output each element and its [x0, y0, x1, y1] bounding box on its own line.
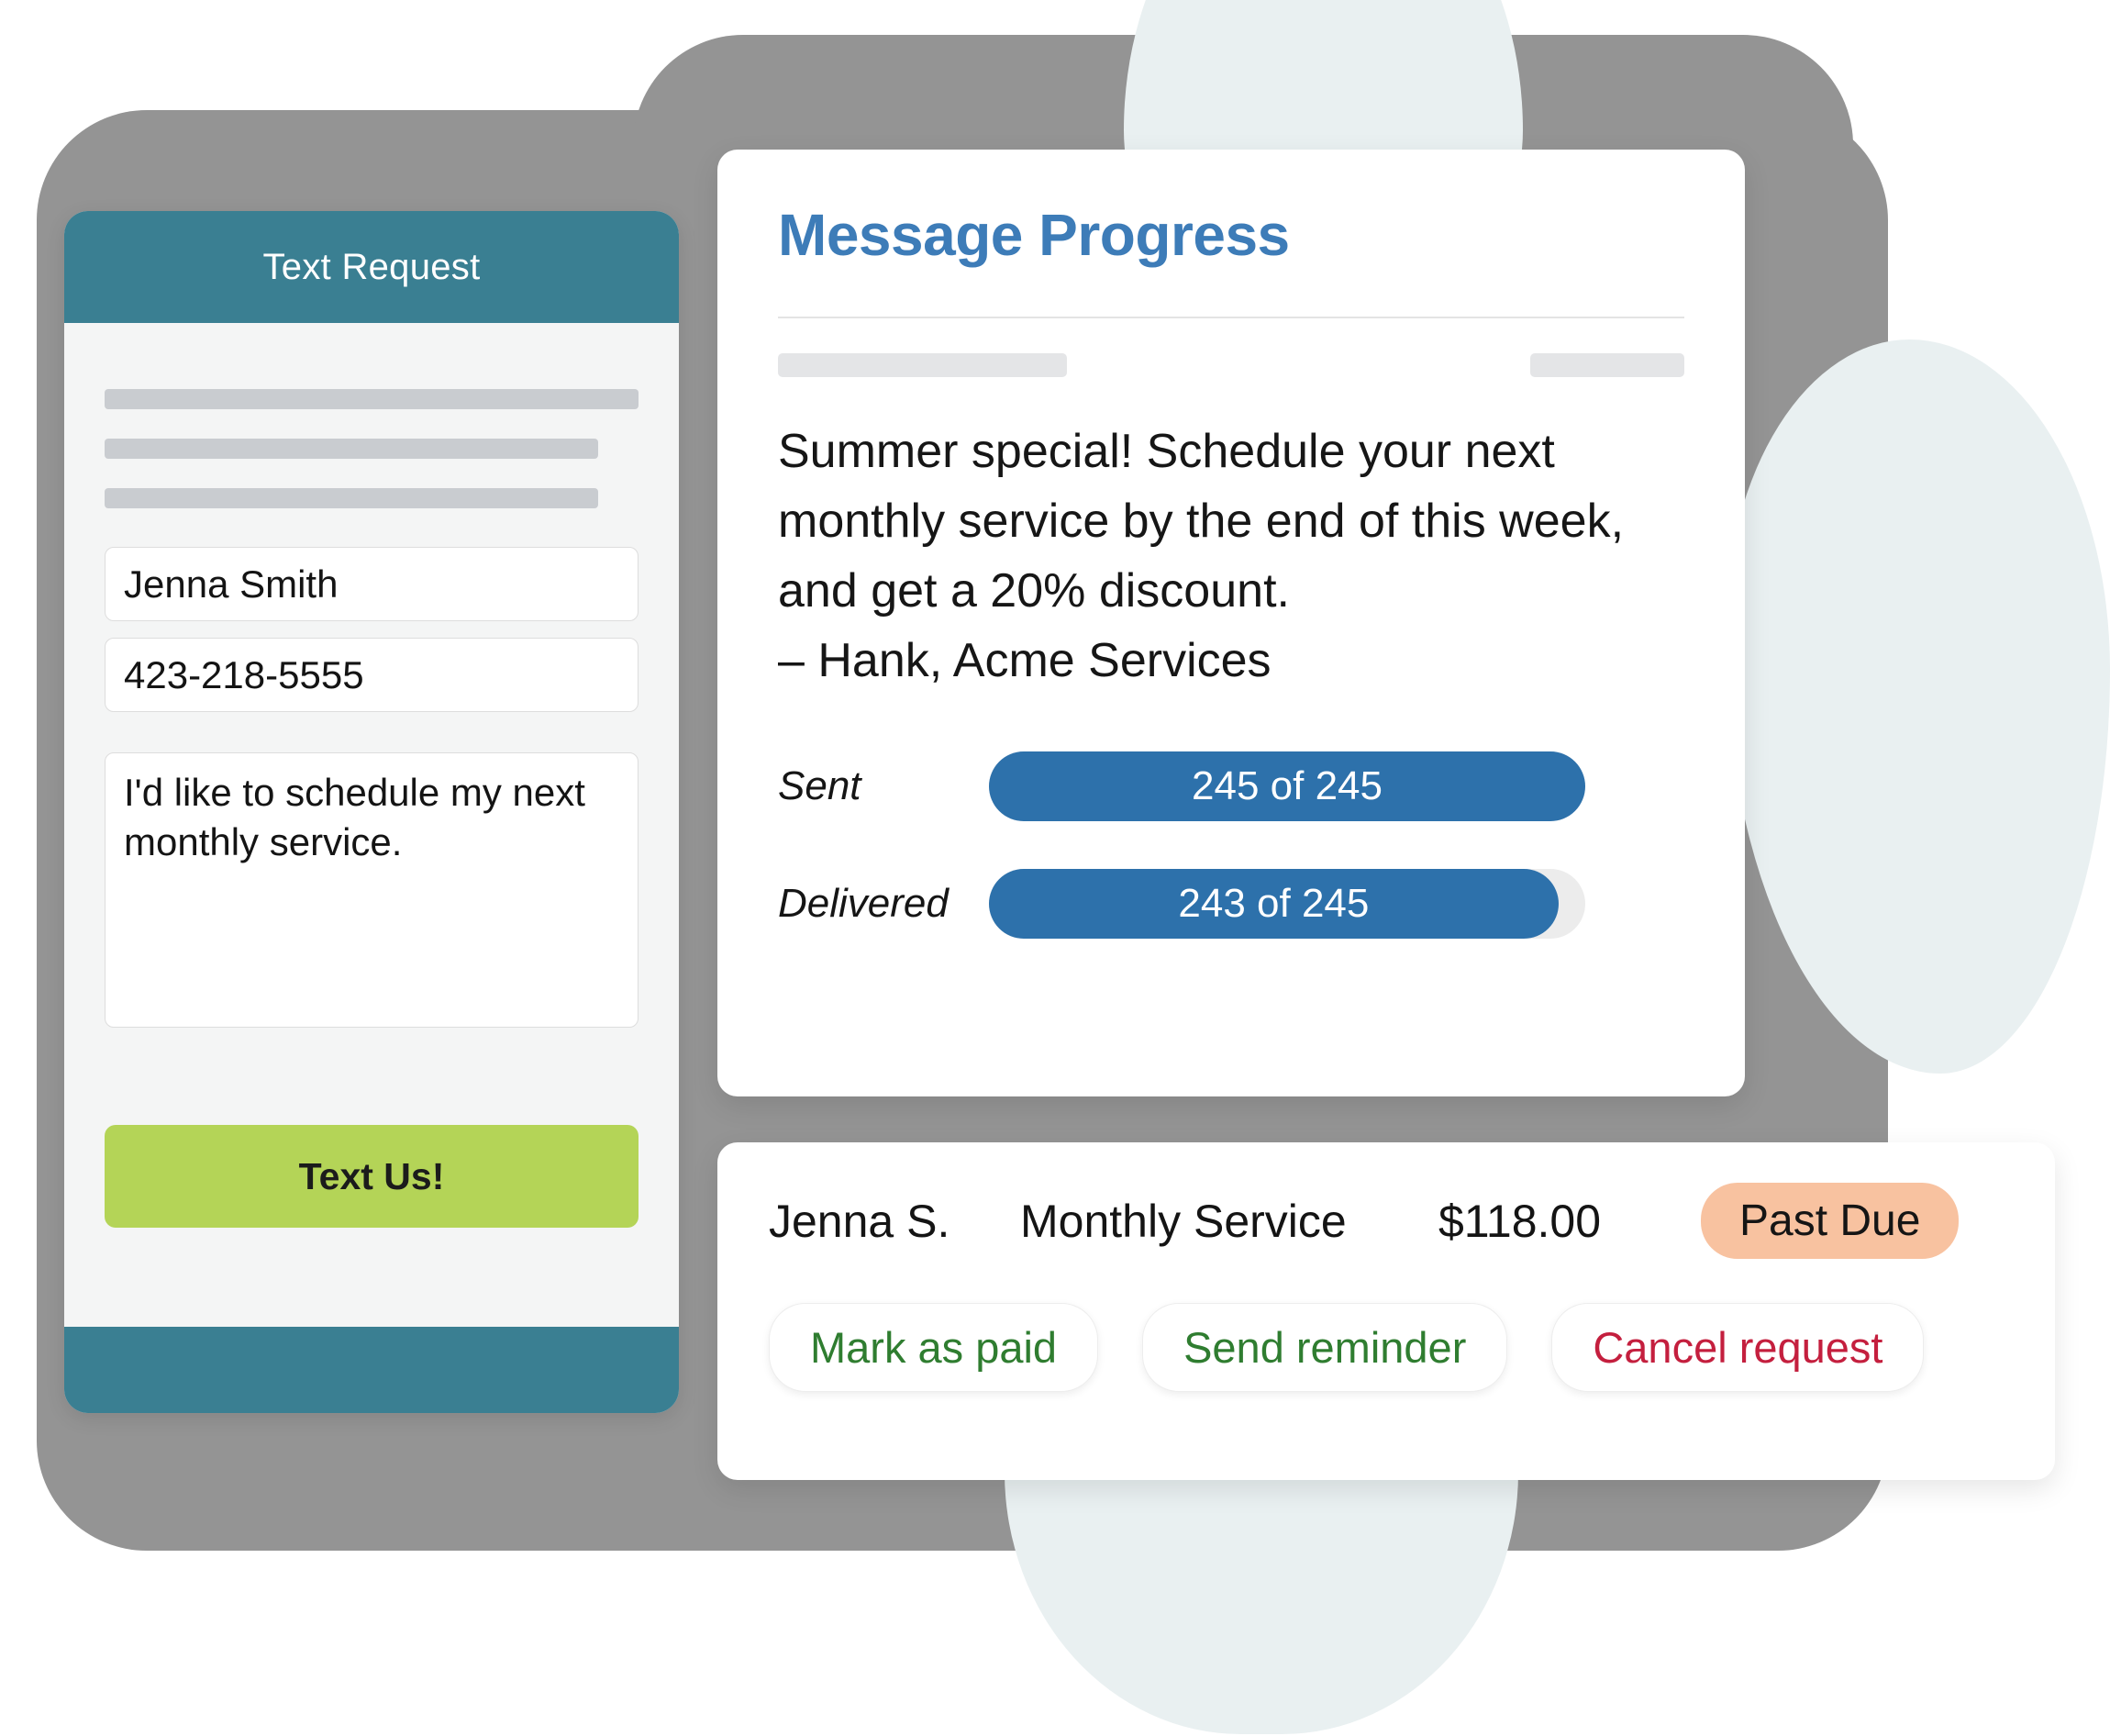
- widget-body: Jenna Smith 423-218-5555 I'd like to sch…: [64, 323, 679, 1327]
- widget-header: Text Request: [64, 211, 679, 323]
- progress-track-sent: 245 of 245: [989, 751, 1585, 821]
- progress-track-delivered: 243 of 245: [989, 868, 1585, 939]
- message-progress-title: Message Progress: [778, 202, 1290, 268]
- text-us-button[interactable]: Text Us!: [105, 1125, 639, 1228]
- screenshot-root: Text Request Jenna Smith 423-218-5555 I'…: [0, 0, 2110, 1736]
- placeholder-chip: [1530, 353, 1684, 377]
- status-badge: Past Due: [1701, 1183, 1960, 1259]
- progress-label-delivered: Delivered: [778, 880, 949, 926]
- request-actions: Mark as paid Send reminder Cancel reques…: [769, 1303, 2004, 1392]
- placeholder-chip-row: [778, 353, 1684, 377]
- mark-as-paid-button[interactable]: Mark as paid: [769, 1303, 1099, 1392]
- progress-label-sent: Sent: [778, 762, 861, 808]
- progress-row-delivered: Delivered 243 of 245: [778, 854, 1684, 953]
- phone-input[interactable]: 423-218-5555: [105, 638, 639, 713]
- amount-value: $118.00: [1438, 1195, 1602, 1247]
- skeleton-line: [105, 488, 599, 508]
- widget-footer: [64, 1327, 679, 1413]
- payment-request-card: Jenna S. Monthly Service $118.00 Past Du…: [717, 1142, 2055, 1480]
- message-body-text: Summer special! Schedule your next month…: [778, 425, 1625, 687]
- skeleton-line: [105, 439, 599, 459]
- customer-name: Jenna S.: [769, 1195, 950, 1247]
- header-divider: [778, 317, 1684, 318]
- skeleton-line: [105, 389, 639, 409]
- progress-fill-sent: 245 of 245: [989, 751, 1585, 821]
- message-textarea[interactable]: I'd like to schedule my next monthly ser…: [105, 752, 639, 1029]
- progress-bars: Sent 245 of 245 Delivered 243 of 245: [778, 737, 1684, 953]
- progress-fill-delivered: 243 of 245: [989, 868, 1559, 939]
- skeleton-placeholder-lines: [105, 389, 639, 538]
- send-reminder-button[interactable]: Send reminder: [1142, 1303, 1508, 1392]
- placeholder-chip: [778, 353, 1067, 377]
- widget-title: Text Request: [262, 246, 481, 287]
- request-summary-row: Jenna S. Monthly Service $118.00 Past Du…: [769, 1183, 2004, 1259]
- message-progress-card: Message Progress Summer special! Schedul…: [717, 150, 1745, 1096]
- service-name: Monthly Service: [1020, 1195, 1347, 1247]
- progress-row-sent: Sent 245 of 245: [778, 737, 1684, 836]
- name-input[interactable]: Jenna Smith: [105, 547, 639, 622]
- cancel-request-button[interactable]: Cancel request: [1551, 1303, 1925, 1392]
- text-request-widget: Text Request Jenna Smith 423-218-5555 I'…: [64, 211, 679, 1413]
